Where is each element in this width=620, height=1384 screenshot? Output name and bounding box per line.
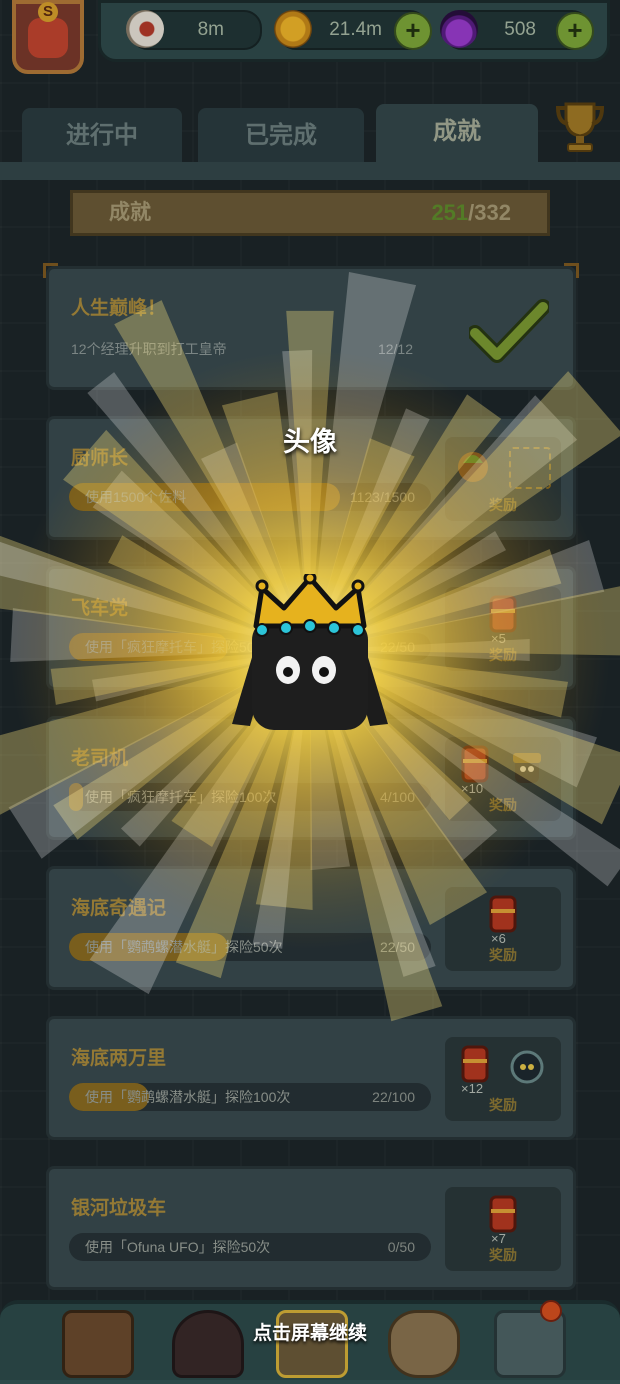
summary-done: 251 — [431, 200, 469, 225]
achievement-title: 飞车党 — [71, 598, 129, 619]
summary-total: 332 — [474, 200, 511, 225]
reward-label: 奖励 — [489, 1097, 517, 1113]
tab-underline — [0, 162, 620, 180]
achievement-title: 海底两万里 — [71, 1048, 167, 1069]
tab-completed[interactable]: 已完成 — [198, 108, 364, 164]
coin-value: 21.4m — [329, 19, 382, 40]
achievement-title: 海底奇遇记 — [71, 898, 167, 919]
fuel-barrel-icon — [489, 595, 517, 633]
achievement-desc: 使用「鹦鹉螺潜水艇」探险50次 — [85, 939, 283, 955]
reward-label: 奖励 — [489, 497, 517, 513]
achievement-desc: 使用「疯狂摩托车」探险100次 — [85, 789, 277, 805]
coin-resource: 21.4m + — [274, 10, 432, 50]
corner-bracket — [43, 263, 58, 278]
top-bar: S 8m 21.4m + 508 + — [0, 0, 620, 74]
reward-label: 奖励 — [489, 1247, 517, 1263]
reward-multiplier: ×10 — [461, 781, 484, 796]
player-avatar[interactable]: S — [12, 0, 84, 74]
reward-multiplier: ×7 — [491, 1231, 506, 1246]
achievement-card[interactable]: 银河垃圾车 使用「Ofuna UFO」探险50次 0/50 ×7 奖励 — [46, 1166, 576, 1290]
potion-value: 508 — [504, 19, 536, 40]
potion-icon — [440, 10, 478, 48]
driver-avatar-icon — [513, 753, 541, 783]
reward-label: 奖励 — [489, 647, 517, 663]
potion-resource: 508 + — [440, 10, 594, 50]
fuel-barrel-icon — [461, 745, 489, 783]
achievement-progress: 1123/1500 — [349, 489, 415, 505]
reward-multiplier: ×5 — [491, 631, 506, 646]
progress-bar: 使用「Ofuna UFO」探险50次 0/50 — [69, 1233, 431, 1261]
achievement-title: 老司机 — [71, 748, 129, 769]
eyeball-icon — [126, 10, 164, 48]
achievement-summary: 成就 251/332 — [70, 190, 550, 236]
progress-bar: 使用「鹦鹉螺潜水艇」探险50次 22/50 — [69, 933, 431, 961]
eyeball-value: 8m — [197, 19, 224, 40]
reward-box[interactable]: ×12 奖励 — [445, 1037, 561, 1121]
achievement-progress: 12/12 — [377, 341, 413, 357]
trophy-icon[interactable] — [554, 98, 606, 154]
reward-multiplier: ×12 — [461, 1081, 484, 1096]
add-coin-button[interactable]: + — [394, 12, 432, 50]
diver-avatar-icon — [510, 1050, 544, 1084]
progress-bar: 使用「疯狂摩托车」探险100次 4/100 — [69, 783, 431, 811]
add-potion-button[interactable]: + — [556, 12, 594, 50]
achievement-title: 人生巅峰！ — [71, 298, 167, 319]
achievement-progress: 22/50 — [379, 939, 415, 955]
tab-in-progress[interactable]: 进行中 — [22, 108, 182, 164]
reward-box[interactable]: ×10 奖励 — [445, 737, 561, 821]
check-icon — [469, 299, 549, 363]
fuel-barrel-icon — [489, 895, 517, 933]
reward-box[interactable]: ×5 奖励 — [445, 587, 561, 671]
fuel-barrel-icon — [461, 1045, 489, 1083]
achievement-desc: 使用「Ofuna UFO」探险50次 — [85, 1239, 271, 1255]
reward-multiplier: ×6 — [491, 931, 506, 946]
progress-fill — [69, 783, 84, 811]
tab-achievements[interactable]: 成就 — [376, 104, 538, 166]
achievement-desc: 12个经理升职到打工皇帝 — [71, 341, 227, 357]
achievement-progress: 0/50 — [387, 1239, 415, 1255]
avatar-monster-icon — [28, 18, 68, 58]
achievement-title: 银河垃圾车 — [71, 1198, 167, 1219]
corner-bracket — [564, 263, 579, 278]
summary-label: 成就 — [109, 201, 151, 224]
rank-badge-icon: S — [38, 2, 58, 22]
coin-icon — [274, 10, 312, 48]
achievement-card[interactable]: 海底奇遇记 使用「鹦鹉螺潜水艇」探险50次 22/50 ×6 奖励 — [46, 866, 576, 990]
crowned-monster-avatar — [232, 574, 388, 730]
reward-box[interactable]: ×7 奖励 — [445, 1187, 561, 1271]
eyeball-resource: 8m — [126, 10, 262, 50]
achievement-card[interactable]: 人生巅峰！ 12个经理升职到打工皇帝 12/12 — [43, 263, 579, 390]
reveal-title: 头像 — [283, 427, 337, 457]
reward-box[interactable]: ×6 奖励 — [445, 887, 561, 971]
achievement-desc: 使用1500个佐料 — [85, 489, 187, 505]
summary-count: 251/332 — [431, 193, 511, 233]
reward-label: 奖励 — [489, 947, 517, 963]
achievement-desc: 使用「鹦鹉螺潜水艇」探险100次 — [85, 1089, 291, 1105]
fuel-barrel-icon — [489, 1195, 517, 1233]
achievement-progress: 4/100 — [379, 789, 415, 805]
achievement-card[interactable]: 海底两万里 使用「鹦鹉螺潜水艇」探险100次 22/100 ×12 奖励 — [46, 1016, 576, 1140]
reward-label: 奖励 — [489, 797, 517, 813]
tap-to-continue[interactable]: 点击屏幕继续 — [0, 1318, 620, 1345]
progress-bar: 使用「鹦鹉螺潜水艇」探险100次 22/100 — [69, 1083, 431, 1111]
achievement-progress: 22/100 — [372, 1089, 415, 1105]
progress-bar: 使用1500个佐料 1123/1500 — [69, 483, 431, 511]
